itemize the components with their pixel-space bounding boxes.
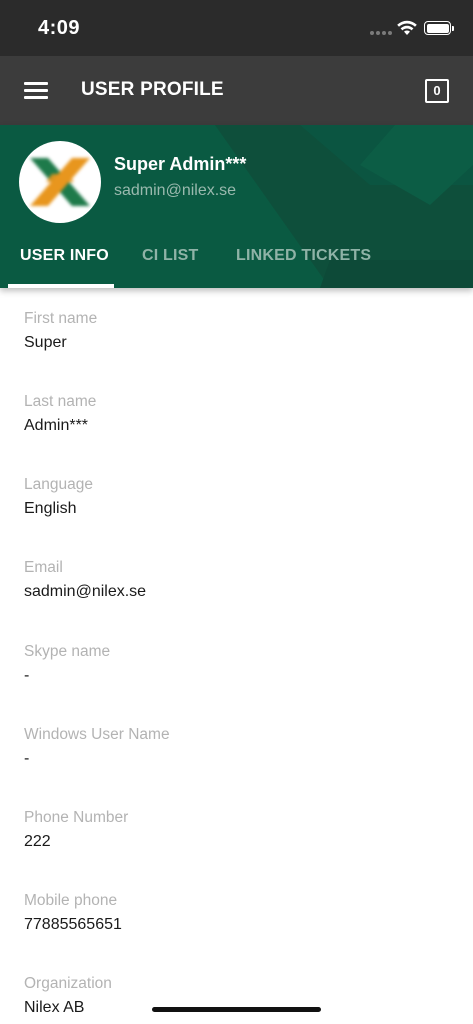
- field-value: Admin***: [24, 417, 89, 434]
- field-label: Skype name: [24, 643, 111, 660]
- user-name: Super Admin***: [114, 154, 247, 174]
- tab-linked-tickets[interactable]: LINKED TICKETS: [236, 247, 371, 288]
- profile-header: Super Admin*** sadmin@nilex.se USER INFO…: [0, 125, 473, 288]
- page-title: USER PROFILE: [81, 79, 224, 100]
- field-email: Email sadmin@nilex.se: [24, 559, 454, 601]
- field-last-name: Last name Admin***: [24, 393, 454, 435]
- status-bar: 4:09: [0, 0, 473, 56]
- field-label: Windows User Name: [24, 726, 170, 743]
- tab-ci-list[interactable]: CI LIST: [142, 247, 199, 288]
- field-value: 222: [24, 833, 51, 850]
- field-label: Last name: [24, 393, 97, 410]
- field-value: English: [24, 500, 77, 517]
- field-label: First name: [24, 310, 98, 327]
- company-logo-icon: [30, 158, 90, 206]
- field-label: Mobile phone: [24, 892, 118, 909]
- wifi-icon: [397, 20, 417, 35]
- user-info-panel: First name Super Last name Admin*** Lang…: [0, 288, 473, 1024]
- cellular-signal-icon: [370, 31, 394, 35]
- field-label: Email: [24, 559, 63, 576]
- field-phone-number: Phone Number 222: [24, 809, 454, 851]
- field-language: Language English: [24, 476, 454, 518]
- avatar: [19, 141, 101, 223]
- field-value: sadmin@nilex.se: [24, 583, 147, 600]
- status-time: 4:09: [38, 17, 81, 39]
- field-first-name: First name Super: [24, 310, 454, 352]
- home-indicator[interactable]: [152, 1007, 321, 1012]
- field-windows-user-name: Windows User Name -: [24, 726, 454, 768]
- user-email: sadmin@nilex.se: [114, 182, 237, 199]
- field-value: -: [24, 750, 30, 767]
- profile-tabs: USER INFO CI LIST LINKED TICKETS: [0, 237, 473, 288]
- field-value: Super: [24, 334, 67, 351]
- field-label: Organization: [24, 975, 112, 992]
- field-skype-name: Skype name -: [24, 643, 454, 685]
- field-mobile-phone: Mobile phone 77885565651: [24, 892, 454, 934]
- hamburger-menu-icon[interactable]: [24, 82, 48, 100]
- field-label: Phone Number: [24, 809, 129, 826]
- app-bar: USER PROFILE 0: [0, 56, 473, 125]
- field-value: -: [24, 667, 30, 684]
- count-badge-button[interactable]: 0: [425, 79, 449, 103]
- tab-user-info[interactable]: USER INFO: [20, 247, 109, 288]
- field-label: Language: [24, 476, 93, 493]
- field-value: 77885565651: [24, 916, 122, 933]
- battery-icon: [424, 21, 454, 35]
